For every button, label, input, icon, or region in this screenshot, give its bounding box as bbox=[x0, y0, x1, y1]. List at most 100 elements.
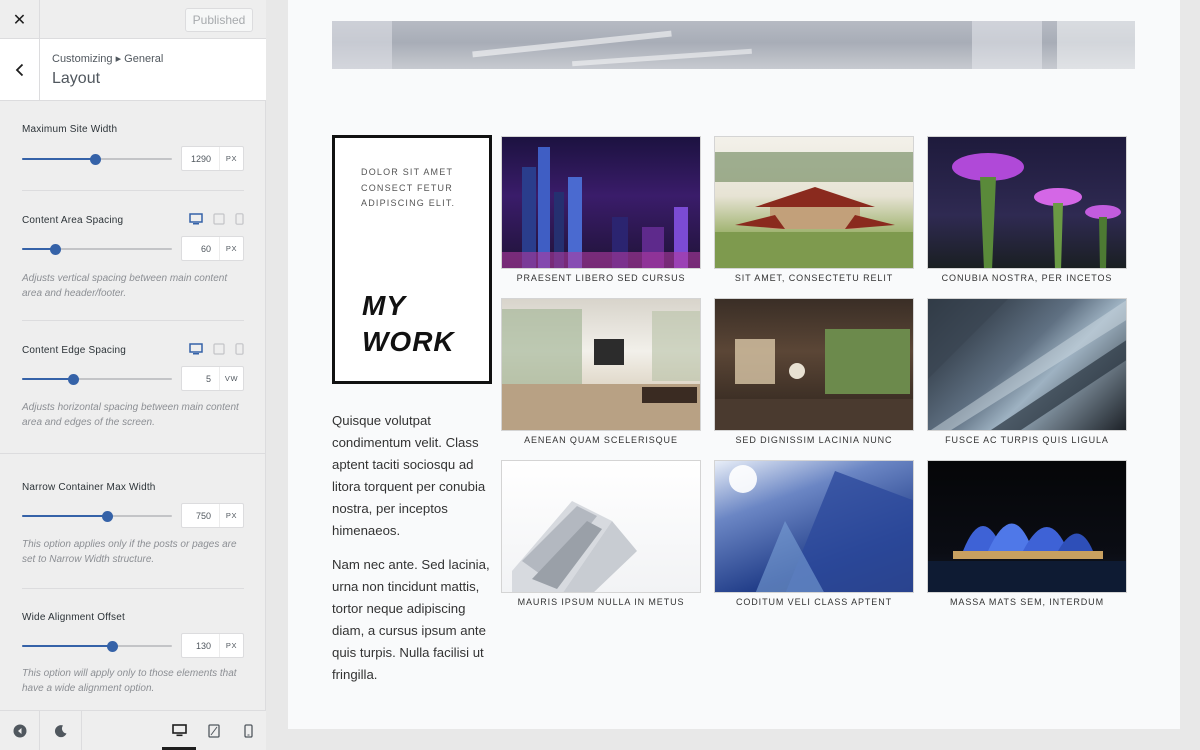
my-work-card: DOLOR SIT AMET CONSECT FETUR ADIPISCING … bbox=[332, 135, 492, 384]
unit-label: PX bbox=[225, 641, 238, 650]
slider-handle[interactable] bbox=[106, 640, 118, 652]
gallery-item[interactable]: PRAESENT LIBERO SED CURSUS bbox=[501, 136, 701, 283]
customizer-footer bbox=[0, 710, 266, 750]
wide-alignment-slider-row: 130 PX bbox=[22, 633, 244, 659]
supertree-graphic bbox=[952, 153, 1121, 268]
gallery-caption: MAURIS IPSUM NULLA IN METUS bbox=[517, 597, 685, 607]
work-title-line: WORK bbox=[362, 326, 455, 357]
gallery-caption: CODITUM VELI CLASS APTENT bbox=[735, 597, 893, 607]
living-room-graphic bbox=[502, 309, 700, 430]
gallery-item[interactable]: FUSCE AC TURPIS QUIS LIGULA bbox=[927, 298, 1127, 445]
gallery-image[interactable] bbox=[714, 136, 914, 269]
desktop-icon[interactable] bbox=[189, 213, 203, 225]
gallery-image[interactable] bbox=[501, 460, 701, 593]
control-description: Adjusts horizontal spacing between main … bbox=[22, 402, 239, 428]
number-value: 1290 bbox=[182, 147, 220, 170]
gallery-image[interactable] bbox=[714, 460, 914, 593]
control-label: Maximum Site Width bbox=[22, 124, 118, 135]
control-description: Adjusts vertical spacing between main co… bbox=[22, 273, 228, 299]
gallery-caption: CONUBIA NOSTRA, PER INCETOS bbox=[941, 273, 1113, 283]
narrow-container-control: Narrow Container Max Width 750 PX This o… bbox=[22, 482, 244, 565]
control-description: This option will apply only to those ele… bbox=[22, 668, 237, 694]
preview-desktop-button[interactable] bbox=[162, 711, 196, 750]
gallery-item[interactable]: SED DIGNISSIM LACINIA NUNC bbox=[714, 298, 914, 445]
control-description: This option applies only if the posts or… bbox=[22, 539, 237, 565]
preview-tablet-button[interactable] bbox=[200, 711, 228, 750]
gallery-item[interactable]: CODITUM VELI CLASS APTENT bbox=[714, 460, 914, 607]
divider bbox=[22, 588, 244, 589]
control-label: Wide Alignment Offset bbox=[22, 612, 125, 623]
hide-controls-button[interactable] bbox=[0, 711, 40, 750]
customizer-sidebar: ✕ Published Customizing ▸ General Layout… bbox=[0, 0, 266, 750]
content-edge-spacing-control: Content Edge Spacing 5 VW Adjusts horizo… bbox=[22, 343, 244, 428]
number-value: 5 bbox=[182, 367, 220, 390]
content-area-spacing-control: Content Area Spacing 60 PX Adjusts verti… bbox=[22, 213, 244, 299]
narrow-container-slider-row: 750 PX bbox=[22, 503, 244, 529]
range-slider[interactable] bbox=[22, 153, 172, 165]
device-switcher bbox=[189, 343, 244, 355]
unit-label: VW bbox=[224, 374, 239, 383]
work-title-line: MY bbox=[362, 290, 406, 321]
gallery-caption: FUSCE AC TURPIS QUIS LIGULA bbox=[945, 435, 1109, 445]
gallery-item[interactable]: MASSA MATS SEM, INTERDUM bbox=[927, 460, 1127, 607]
range-slider[interactable] bbox=[22, 243, 172, 255]
close-customizer-button[interactable]: ✕ bbox=[0, 0, 40, 39]
section-divider bbox=[0, 453, 266, 454]
close-icon: ✕ bbox=[12, 11, 27, 29]
slider-handle[interactable] bbox=[67, 373, 79, 385]
tablet-icon[interactable] bbox=[213, 343, 225, 355]
number-input[interactable]: 130 PX bbox=[181, 633, 244, 658]
publish-button[interactable]: Published bbox=[185, 8, 253, 32]
slider-handle[interactable] bbox=[90, 153, 101, 165]
mobile-icon[interactable] bbox=[235, 343, 244, 355]
mobile-icon[interactable] bbox=[235, 213, 244, 225]
gallery-caption: SED DIGNISSIM LACINIA NUNC bbox=[735, 435, 893, 445]
opera-house-graphic bbox=[928, 523, 1126, 592]
desktop-icon bbox=[171, 724, 187, 737]
max-site-width-control: Maximum Site Width 1290 PX bbox=[22, 124, 244, 171]
paragraph: Nam nec ante. Sed lacinia, urna non tinc… bbox=[332, 557, 490, 682]
gallery-caption: MASSA MATS SEM, INTERDUM bbox=[950, 597, 1104, 607]
gallery-item[interactable]: SIT AMET, CONSECTETU RELIT bbox=[714, 136, 914, 283]
gallery-image[interactable] bbox=[927, 136, 1127, 269]
gallery-item[interactable]: CONUBIA NOSTRA, PER INCETOS bbox=[927, 136, 1127, 283]
glass-facade-graphic bbox=[928, 299, 1126, 430]
number-input[interactable]: 5 VW bbox=[181, 366, 244, 391]
desktop-icon[interactable] bbox=[189, 343, 203, 355]
tablet-icon bbox=[208, 723, 220, 738]
back-button[interactable] bbox=[0, 39, 40, 100]
gallery-item[interactable]: AENEAN QUAM SCELERISQUE bbox=[501, 298, 701, 445]
mobile-icon bbox=[243, 723, 253, 738]
gallery-image[interactable] bbox=[927, 298, 1127, 431]
content-edge-spacing-slider-row: 5 VW bbox=[22, 366, 244, 392]
gallery-caption: PRAESENT LIBERO SED CURSUS bbox=[516, 273, 686, 283]
section-title: Layout bbox=[52, 70, 101, 87]
dark-mode-toggle[interactable] bbox=[40, 711, 82, 750]
gallery-image[interactable] bbox=[501, 136, 701, 269]
gallery-image[interactable] bbox=[927, 460, 1127, 593]
customizer-topbar: ✕ Published bbox=[0, 0, 266, 39]
gallery-image[interactable] bbox=[714, 298, 914, 431]
number-value: 130 bbox=[182, 634, 220, 657]
gallery-image[interactable] bbox=[501, 298, 701, 431]
gallery-item[interactable]: MAURIS IPSUM NULLA IN METUS bbox=[501, 460, 701, 607]
slider-handle[interactable] bbox=[49, 243, 61, 255]
slider-handle[interactable] bbox=[102, 510, 113, 522]
hero-image bbox=[332, 21, 1135, 69]
number-value: 750 bbox=[182, 504, 220, 527]
number-input[interactable]: 1290 PX bbox=[181, 146, 244, 171]
number-input[interactable]: 60 PX bbox=[181, 236, 244, 261]
device-switcher bbox=[189, 213, 244, 225]
range-slider[interactable] bbox=[22, 373, 172, 385]
unit-label: PX bbox=[225, 154, 238, 163]
wide-alignment-control: Wide Alignment Offset 130 PX This option… bbox=[22, 612, 244, 694]
preview-mobile-button[interactable] bbox=[234, 711, 262, 750]
site-preview: DOLOR SIT AMET CONSECT FETUR ADIPISCING … bbox=[288, 0, 1180, 729]
control-label: Narrow Container Max Width bbox=[22, 482, 156, 493]
range-slider[interactable] bbox=[22, 510, 172, 522]
range-slider[interactable] bbox=[22, 640, 172, 652]
tablet-icon[interactable] bbox=[213, 213, 225, 225]
work-title: MY WORK bbox=[362, 288, 455, 360]
blue-tower-graphic bbox=[729, 465, 913, 592]
number-input[interactable]: 750 PX bbox=[181, 503, 244, 528]
